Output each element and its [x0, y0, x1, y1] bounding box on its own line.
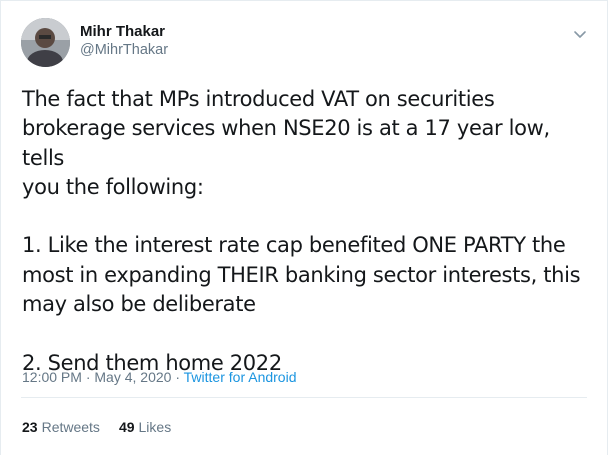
author-handle[interactable]: @MihrThakar — [80, 41, 168, 60]
tweet-text: The fact that MPs introduced VAT on secu… — [22, 87, 581, 375]
meta-separator: · — [85, 369, 91, 385]
tweet-meta: 12:00 PM · May 4, 2020 · Twitter for And… — [22, 368, 296, 386]
chevron-down-icon[interactable] — [573, 27, 587, 41]
likes-count: 49 — [118, 419, 135, 435]
author-names: Mihr Thakar @MihrThakar — [80, 22, 168, 60]
tweet-stats: 23 Retweets 49 Likes — [22, 418, 171, 436]
tweet-source-link[interactable]: Twitter for Android — [184, 369, 297, 385]
likes-stat[interactable]: 49 Likes — [119, 418, 171, 436]
likes-label: Likes — [138, 419, 172, 435]
divider — [21, 397, 587, 398]
retweets-stat[interactable]: 23 Retweets — [22, 418, 100, 436]
tweet-header: Mihr Thakar @MihrThakar — [21, 18, 168, 67]
meta-separator-2: · — [175, 369, 181, 385]
tweet-date[interactable]: May 4, 2020 — [94, 369, 171, 385]
tweet-card: Mihr Thakar @MihrThakar The fact that MP… — [0, 0, 608, 455]
retweets-count: 23 — [22, 419, 38, 435]
author-display-name[interactable]: Mihr Thakar — [80, 22, 168, 41]
avatar-image — [21, 18, 70, 67]
tweet-time[interactable]: 12:00 PM — [22, 369, 82, 385]
avatar[interactable] — [21, 18, 70, 67]
retweets-label: Retweets — [41, 419, 100, 435]
